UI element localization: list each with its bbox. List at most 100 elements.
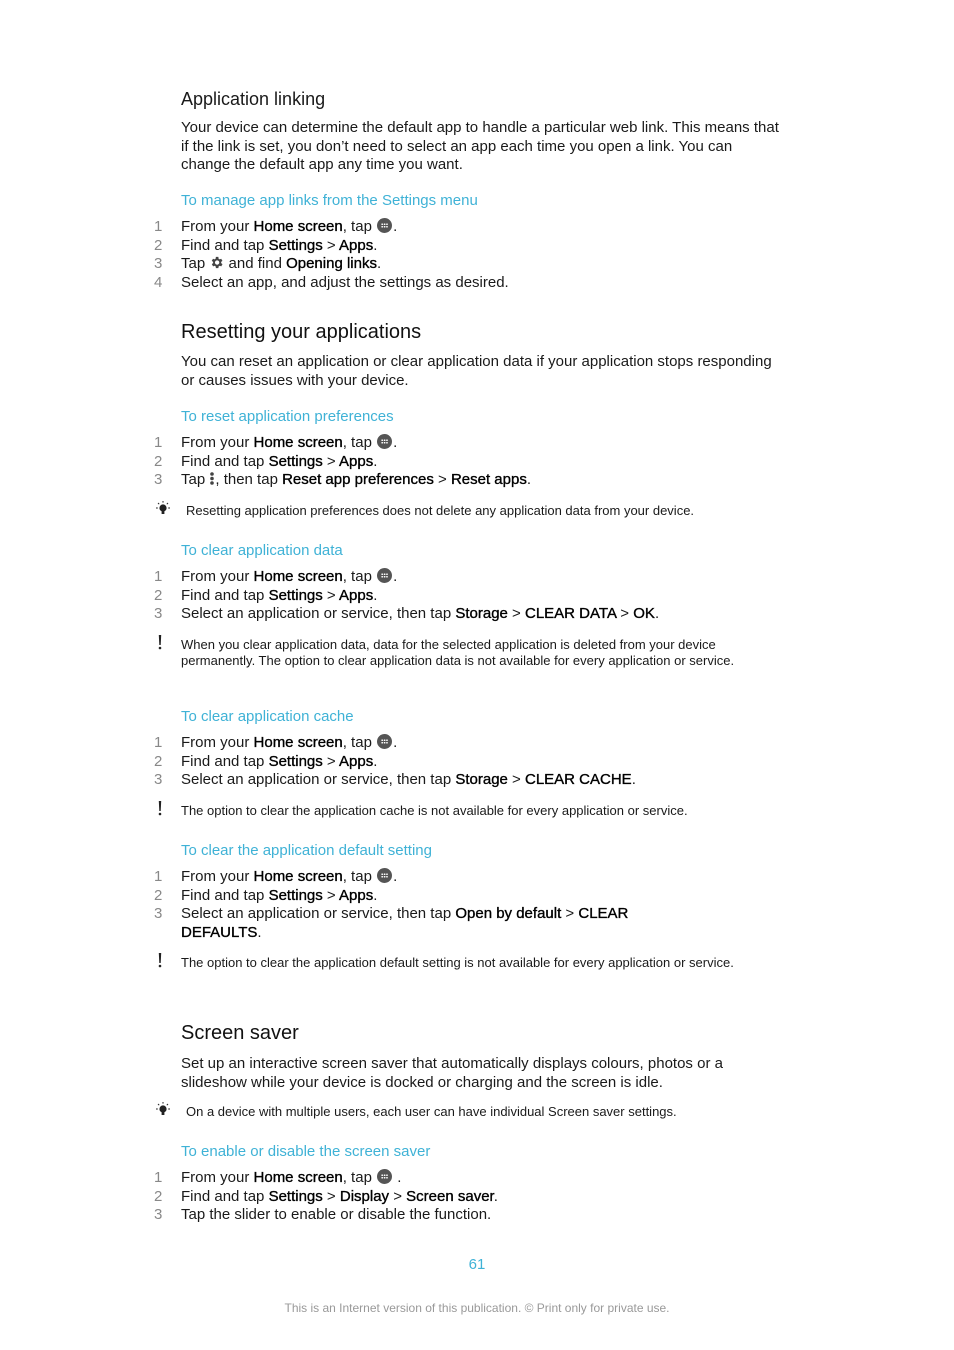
steps-clear-cache: 1 From your Home screen, tap . 2 Find an… [154,734,794,790]
ui-term: CLEAR [578,905,629,922]
step-text: . [373,586,378,604]
step-number: 3 [154,255,163,272]
step-text: > [322,586,340,604]
step-number: 2 [154,236,163,254]
ui-term: Apps [339,586,374,604]
step-text: , tap [342,1169,377,1186]
step-text: . [393,568,398,585]
step-number: 1 [154,868,163,885]
step-text: . [373,236,378,254]
step-item: 1 From your Home screen, tap . [154,868,794,887]
screen-saver-body: Set up an interactive screen saver that … [181,1055,723,1091]
step-item: 4 Select an app, and adjust the settings… [154,274,794,293]
apps-icon [377,1169,393,1184]
ui-term: Settings [268,452,323,470]
step-number: 2 [154,886,163,904]
ui-term: CLEAR DATA [525,605,617,622]
step-text: Find and tap [181,452,269,470]
exclamation-warning-icon [158,953,162,968]
step-text: . [393,1169,402,1186]
footer-notice: This is an Internet version of this publ… [284,1301,670,1315]
step-text: . [373,452,378,470]
procedure-title-clear-default: To clear the application default setting [181,842,432,859]
step-number: 4 [154,273,163,291]
lightbulb-tip-icon [156,1102,170,1115]
step-text: . [393,734,398,751]
ui-term: Screen saver [406,1187,494,1205]
step-text: From your [181,734,254,751]
warning-text: When you clear application data, data fo… [181,637,735,668]
step-item: 1 From your Home screen, tap . [154,568,794,587]
step-item: 2 Find and tap Settings > Apps. [154,586,794,606]
ui-term: Settings [268,886,323,904]
ui-term: Settings [268,586,323,604]
step-text: > [507,605,525,622]
ui-term: Apps [339,452,374,470]
step-text: Tap [181,255,210,272]
step-text: . [376,255,382,272]
section-title-app-linking: Application linking [181,89,326,109]
step-text: . [393,868,398,885]
apps-icon [377,434,393,449]
exclamation-warning-icon [158,801,162,816]
step-number: 1 [154,568,163,585]
steps-reset-prefs: 1 From your Home screen, tap . 2 Find an… [154,434,794,490]
step-text: From your [181,218,254,235]
step-text: From your [181,434,254,451]
step-item: 2 Find and tap Settings > Display > Scre… [154,1187,794,1207]
ui-term: Display [339,1187,390,1205]
step-item: 3 Tap and find Opening links. [154,255,794,274]
step-number: 1 [154,218,163,235]
step-text: . [257,923,262,941]
step-text: > [322,236,340,254]
step-item: 1 From your Home screen, tap . [154,434,794,453]
step-number: 2 [154,1187,163,1205]
step-text: > [322,1187,340,1205]
step-text: , tap [342,434,377,451]
procedure-title-manage-app-links: To manage app links from the Settings me… [181,192,478,209]
step-text: From your [181,1169,254,1186]
ui-term: Settings [268,752,323,770]
step-text: . [631,771,636,788]
step-number: 3 [154,605,163,622]
apps-icon [377,868,393,883]
section-title-screen-saver: Screen saver [181,1022,299,1044]
procedure-title-screen-saver: To enable or disable the screen saver [181,1143,431,1160]
step-text: > [561,905,579,922]
ui-term: Home screen [253,1169,343,1186]
ui-term: Opening links [286,255,377,272]
step-text: . [393,434,398,451]
step-text: > [507,771,525,788]
step-text: . [393,218,398,235]
ui-term: Settings [268,1187,323,1205]
step-text: Select an application or service, then t… [181,771,456,788]
step-text: > [433,471,451,488]
step-item: 3 Tap , then tap Reset app preferences >… [154,471,794,490]
step-text: , then tap [215,471,283,488]
page-number: 61 [468,1256,486,1273]
step-number: 1 [154,1169,163,1186]
step-item: 2 Find and tap Settings > Apps. [154,452,794,472]
step-number: 3 [154,471,163,488]
step-text: . [654,605,660,622]
step-item: 1 From your Home screen, tap . [154,218,794,237]
step-number: 3 [154,1206,163,1223]
procedure-title-clear-cache: To clear application cache [181,708,354,725]
gear-icon [212,256,223,269]
step-text: Tap the slider to enable or disable the … [181,1206,492,1223]
step-text: , tap [342,734,377,751]
apps-icon [377,734,393,749]
ui-term: Apps [339,752,374,770]
ui-term: Storage [455,605,508,622]
warning-text: The option to clear the application cach… [181,803,688,818]
procedure-title-clear-data: To clear application data [181,542,343,559]
tip-text: On a device with multiple users, each us… [186,1104,677,1119]
step-number: 1 [154,734,163,751]
step-item: 1 From your Home screen, tap . [154,734,794,753]
ui-term: CLEAR CACHE [525,771,632,788]
step-item: 2 Find and tap Settings > Apps. [154,886,794,906]
step-item: 2 Find and tap Settings > Apps. [154,236,794,256]
step-text: Select an app, and adjust the settings a… [181,273,509,291]
ui-term: Settings [268,236,323,254]
manual-page: Application linking Your device can dete… [0,0,954,1350]
